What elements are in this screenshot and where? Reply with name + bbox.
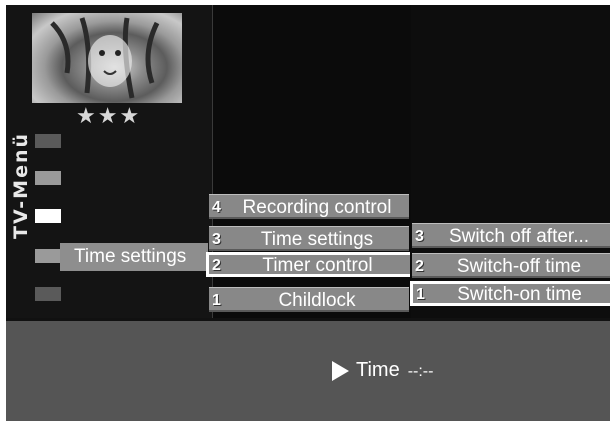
tv-screen: ★★★ TV-Menü Time settings 4 Recording co… <box>6 5 610 421</box>
time-value: --:-- <box>407 363 434 380</box>
menu-item-number: 1 <box>416 286 425 303</box>
menu-item-label: Switch-off time <box>456 256 582 277</box>
menu-item-label: Switch-on time <box>457 284 582 305</box>
menu-item-number: 2 <box>212 257 221 274</box>
menu-item-number: 3 <box>212 231 221 248</box>
menu-item-childlock[interactable]: 1 Childlock <box>209 287 409 312</box>
program-thumbnail <box>32 13 182 103</box>
menu-item-timer-control[interactable]: 2 Timer control <box>206 252 410 277</box>
menu-level-indicator <box>35 171 61 185</box>
submenu-item-switch-off-time[interactable]: 2 Switch-off time <box>412 253 610 278</box>
submenu-item-switch-off-after[interactable]: 3 Switch off after... <box>412 223 610 248</box>
menu-level-indicator <box>35 287 61 301</box>
menu-item-time-settings[interactable]: 3 Time settings <box>209 226 409 251</box>
play-icon <box>332 361 349 381</box>
menu-item-recording-control[interactable]: 4 Recording control <box>209 194 409 219</box>
menu-item-label: Timer control <box>262 255 373 276</box>
menu-item-label: Childlock <box>278 290 356 311</box>
menu-title-vertical: TV-Menü <box>10 131 32 239</box>
menu-level-indicator <box>35 249 61 263</box>
menu-item-number: 2 <box>415 258 424 275</box>
menu-item-number: 3 <box>415 228 424 245</box>
time-display: Time --:-- <box>356 359 433 382</box>
menu-item-label: Switch off after... <box>448 226 590 247</box>
menu-item-label: Recording control <box>242 197 392 218</box>
breadcrumb: Time settings <box>60 243 208 271</box>
menu-item-number: 1 <box>212 292 221 309</box>
menu-item-number: 4 <box>212 199 221 216</box>
submenu-item-switch-on-time[interactable]: 1 Switch-on time <box>410 281 610 306</box>
info-bar <box>6 321 610 421</box>
menu-level-indicator <box>35 134 61 148</box>
time-label: Time <box>356 359 400 381</box>
rating-stars: ★★★ <box>76 103 142 128</box>
menu-level-indicator-active <box>35 209 61 223</box>
sidebar-panel: ★★★ TV-Menü Time settings <box>6 5 212 318</box>
menu-item-label: Time settings <box>260 229 374 250</box>
